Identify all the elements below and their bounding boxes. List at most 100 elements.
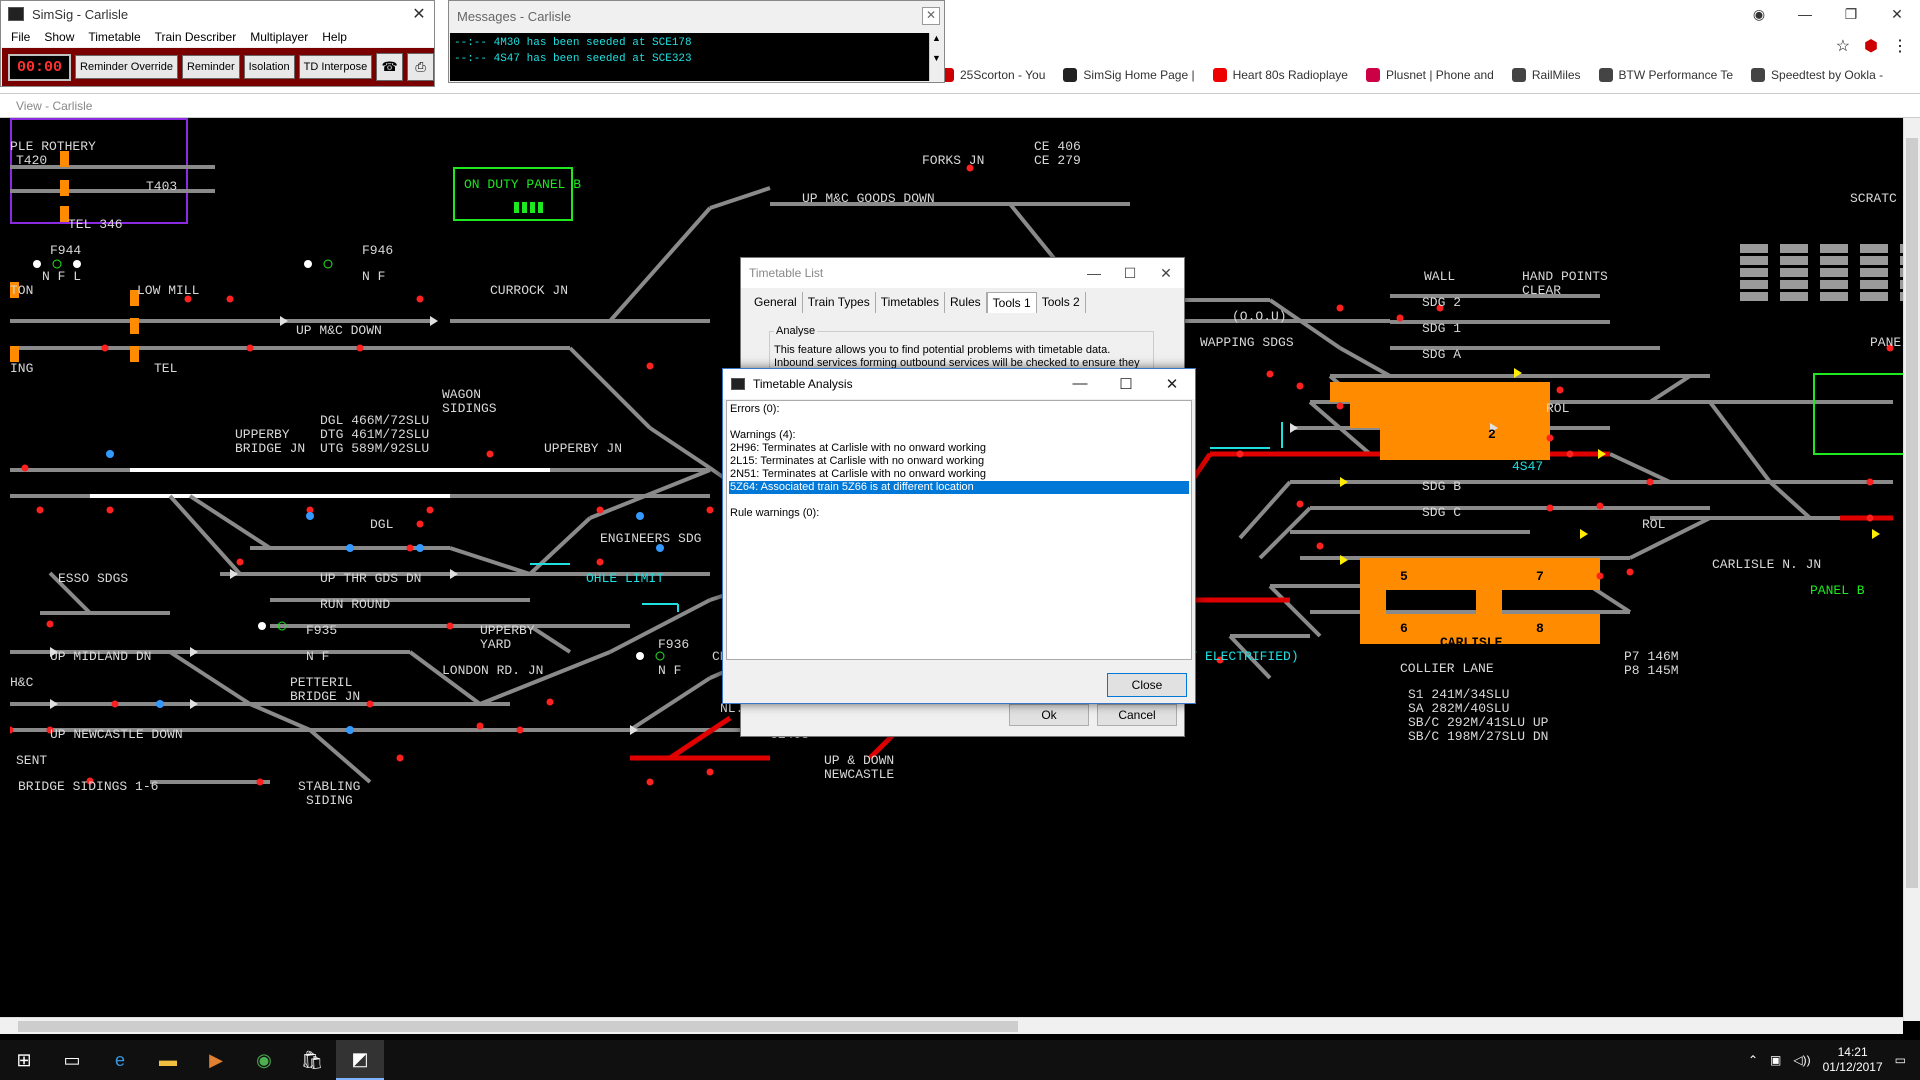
chrome-icon[interactable]: ◉ xyxy=(240,1040,288,1080)
signal-red-icon xyxy=(426,506,434,514)
panel-label: UP & DOWN xyxy=(824,753,895,768)
bookmark-item[interactable]: Plusnet | Phone and xyxy=(1365,64,1494,86)
yellow-arrow-icon xyxy=(1340,477,1348,487)
panel-grid-block xyxy=(1780,292,1808,301)
signal-red-icon xyxy=(706,768,714,776)
ok-button[interactable]: Ok xyxy=(1009,704,1089,726)
close-icon[interactable]: ✕ xyxy=(1148,265,1184,282)
close-icon[interactable]: ✕ xyxy=(922,7,940,25)
menu-icon[interactable]: ⋮ xyxy=(1892,36,1908,56)
tab-tools-1[interactable]: Tools 1 xyxy=(986,292,1037,313)
phone-icon[interactable]: ☎ xyxy=(376,53,404,81)
panel-label: SENT xyxy=(16,753,48,768)
platform-block xyxy=(1330,382,1550,402)
close-icon[interactable]: ✕ xyxy=(1874,0,1920,28)
message-line: --:-- 4S47 has been seeded at SCE323 xyxy=(454,53,692,65)
warning-item-selected[interactable]: 5Z64: Associated train 5Z66 is at differ… xyxy=(729,481,1189,494)
menu-multiplayer[interactable]: Multiplayer xyxy=(250,30,308,44)
simsig-app-icon xyxy=(731,378,745,390)
warning-item[interactable]: 2H96: Terminates at Carlisle with no onw… xyxy=(729,442,1189,455)
signal-blue-icon xyxy=(636,512,644,520)
signal-red-icon xyxy=(1866,514,1874,522)
bookmark-item[interactable]: Heart 80s Radioplaye xyxy=(1212,64,1348,86)
track-arrow-icon xyxy=(50,699,58,709)
volume-icon[interactable]: ◁)) xyxy=(1793,1053,1810,1067)
bookmark-item[interactable]: BTW Performance Te xyxy=(1598,64,1733,86)
notifications-icon[interactable]: ▭ xyxy=(1895,1053,1906,1067)
menu-show[interactable]: Show xyxy=(44,30,74,44)
tab-train-types[interactable]: Train Types xyxy=(803,292,876,313)
bookmark-icon xyxy=(1212,68,1227,82)
panel-label: PANEL B xyxy=(1810,583,1865,598)
panel-label: P8 145M xyxy=(1624,663,1679,678)
warning-item[interactable]: 2L15: Terminates at Carlisle with no onw… xyxy=(729,455,1189,468)
minimize-icon[interactable]: — xyxy=(1076,265,1112,282)
menu-train-describer[interactable]: Train Describer xyxy=(155,30,237,44)
star-icon[interactable]: ☆ xyxy=(1836,36,1850,56)
maximize-icon[interactable]: ☐ xyxy=(1112,265,1148,282)
maximize-icon[interactable]: ☐ xyxy=(1103,375,1149,393)
store-icon[interactable]: 🛍 xyxy=(288,1040,336,1080)
close-icon[interactable]: ✕ xyxy=(404,4,434,24)
panel-label: 6 xyxy=(1400,621,1408,636)
close-button[interactable]: Close xyxy=(1107,673,1187,697)
file-explorer-icon[interactable]: ▬ xyxy=(144,1040,192,1080)
simsig-icon[interactable]: ◩ xyxy=(336,1040,384,1080)
tab-rules[interactable]: Rules xyxy=(945,292,987,313)
signal-red-icon xyxy=(486,450,494,458)
signal-white-icon xyxy=(636,652,644,660)
bookmark-label: SimSig Home Page | xyxy=(1083,68,1195,82)
ttlist-title: Timetable List xyxy=(749,266,824,280)
isolation-button[interactable]: Isolation xyxy=(243,55,295,79)
panel-label: PLE ROTHERY xyxy=(10,139,96,154)
bookmark-label: Speedtest by Ookla - xyxy=(1771,68,1884,82)
tab-timetables[interactable]: Timetables xyxy=(876,292,945,313)
restore-icon[interactable]: ❐ xyxy=(1828,0,1874,28)
simsig-main-window: SimSig - Carlisle ✕ File Show Timetable … xyxy=(0,0,435,87)
tab-general[interactable]: General xyxy=(749,292,803,313)
system-tray: ⌃ ▣ ◁)) 14:21 01/12/2017 ▭ xyxy=(1748,1045,1920,1075)
panel-label: BRIDGE JN xyxy=(290,689,361,704)
reminder-override-button[interactable]: Reminder Override xyxy=(75,55,178,79)
menu-help[interactable]: Help xyxy=(322,30,347,44)
td-interpose-button[interactable]: TD Interpose xyxy=(298,55,373,79)
tab-tools-2[interactable]: Tools 2 xyxy=(1037,292,1086,313)
bookmark-item[interactable]: Speedtest by Ookla - xyxy=(1751,64,1883,86)
panel-label: DGL xyxy=(370,517,394,532)
adblock-icon[interactable]: ⬢ xyxy=(1864,36,1878,56)
panel-label: PETTERIL xyxy=(290,675,353,690)
taskbar-clock[interactable]: 14:21 01/12/2017 xyxy=(1823,1045,1883,1075)
bookmark-label: RailMiles xyxy=(1531,68,1581,82)
messages-scrollbar[interactable]: ▲ ▼ xyxy=(929,33,943,81)
bookmark-item[interactable]: 25Scorton - You xyxy=(940,64,1045,86)
network-icon[interactable]: ▣ xyxy=(1770,1053,1781,1067)
desktop: ◉ — ❐ ✕ ☆ ⬢ ⋮ 25Scorton - You SimSig Home… xyxy=(0,0,1920,1080)
edge-icon[interactable]: e xyxy=(96,1040,144,1080)
printer-icon[interactable]: ⎙ xyxy=(407,53,434,81)
panel-grid-block xyxy=(1820,256,1848,265)
task-view-icon[interactable]: ▭ xyxy=(48,1040,96,1080)
cancel-button[interactable]: Cancel xyxy=(1097,704,1177,726)
signal-red-icon xyxy=(246,344,254,352)
reminder-button[interactable]: Reminder xyxy=(181,55,240,79)
minimize-icon[interactable]: — xyxy=(1782,0,1828,28)
chevron-up-icon[interactable]: ⌃ xyxy=(1748,1053,1758,1067)
windows-start-icon[interactable]: ⊞ xyxy=(0,1040,48,1080)
yellow-arrow-icon xyxy=(1580,529,1588,539)
vertical-scrollbar[interactable] xyxy=(1903,118,1920,1021)
account-icon[interactable]: ◉ xyxy=(1736,0,1782,28)
close-icon[interactable]: ✕ xyxy=(1149,375,1195,393)
bookmark-item[interactable]: RailMiles xyxy=(1511,64,1581,86)
sim-clock[interactable]: 00:00 xyxy=(8,53,72,81)
signal-red-icon xyxy=(101,344,109,352)
bookmark-item[interactable]: SimSig Home Page | xyxy=(1063,64,1195,86)
warning-item[interactable]: 2N51: Terminates at Carlisle with no onw… xyxy=(729,468,1189,481)
media-player-icon[interactable]: ▶ xyxy=(192,1040,240,1080)
panel-grid-block xyxy=(1780,280,1808,289)
menu-file[interactable]: File xyxy=(11,30,30,44)
analysis-results-list[interactable]: Errors (0): Warnings (4): 2H96: Terminat… xyxy=(726,400,1192,660)
menu-timetable[interactable]: Timetable xyxy=(88,30,140,44)
minimize-icon[interactable]: — xyxy=(1057,375,1103,393)
horizontal-scrollbar[interactable] xyxy=(0,1017,1903,1034)
signal-green-icon xyxy=(52,259,62,269)
